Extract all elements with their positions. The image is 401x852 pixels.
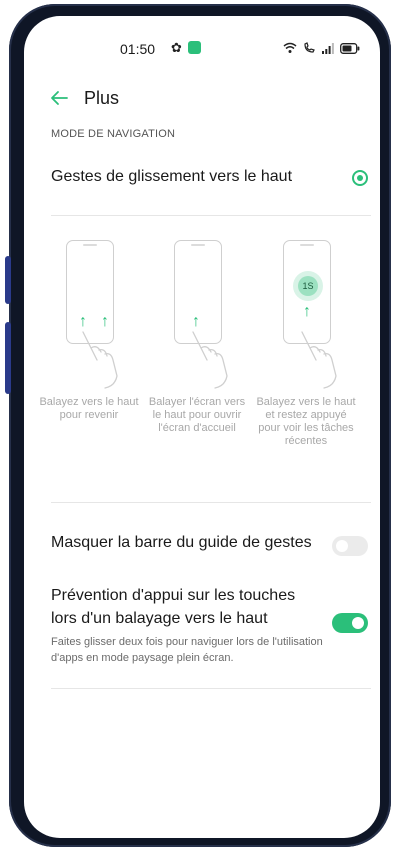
prevention-row[interactable]: Prévention d'appui sur les touches lors … [51, 584, 371, 684]
hand-gesture-icon [82, 331, 118, 389]
page-title: Plus [84, 88, 120, 108]
mini-phone: 1S [283, 240, 331, 344]
navigation-option-radio[interactable] [352, 170, 368, 186]
header: Plus [24, 86, 380, 116]
volume-button [5, 256, 11, 304]
illustration-home: ↑ [147, 238, 247, 389]
section-label: MODE DE NAVIGATION [51, 128, 176, 140]
hold-indicator: 1S [293, 271, 323, 301]
hold-badge: 1S [298, 276, 318, 296]
call-icon [304, 42, 315, 53]
caption-home: Balayer l'écran vers le haut pour ouvrir… [148, 396, 246, 434]
signal-icon [322, 42, 334, 54]
hide-guide-bar-row[interactable]: Masquer la barre du guide de gestes [51, 534, 371, 560]
screen: 01:50 ✿ Plus MODE DE NAVIGATION Gestes d… [24, 16, 380, 838]
caption-recents: Balayez vers le haut et restez appuyé po… [256, 396, 356, 447]
app-notification-icon [188, 41, 201, 54]
divider [51, 688, 371, 689]
hand-gesture-icon [192, 331, 228, 389]
navigation-option-row[interactable]: Gestes de glissement vers le haut [51, 168, 371, 194]
side-button [5, 322, 11, 394]
swipe-arrow-icon: ↑ [192, 313, 200, 330]
hide-guide-bar-toggle[interactable] [332, 536, 368, 556]
wifi-icon [283, 42, 297, 53]
hand-gesture-icon [301, 331, 337, 389]
status-bar: 01:50 ✿ [24, 38, 380, 60]
divider [51, 215, 371, 216]
illustration-recents: 1S ↑ [256, 238, 356, 389]
system-icons [283, 42, 360, 54]
navigation-option-label: Gestes de glissement vers le haut [51, 168, 293, 185]
gear-icon: ✿ [171, 40, 182, 55]
swipe-arrow-icon: ↑ [303, 303, 311, 320]
battery-icon [340, 42, 360, 54]
back-arrow-icon[interactable] [50, 90, 68, 106]
prevention-label: Prévention d'appui sur les touches lors … [51, 587, 296, 627]
hide-guide-bar-label: Masquer la barre du guide de gestes [51, 534, 312, 551]
divider [51, 502, 371, 503]
status-time: 01:50 [120, 41, 156, 57]
illustration-back: ↑ ↑ [39, 238, 139, 389]
prevention-toggle[interactable] [332, 613, 368, 633]
prevention-description: Faites glisser deux fois pour naviguer l… [51, 636, 323, 664]
swipe-arrow-icon: ↑ [79, 313, 87, 330]
swipe-arrow-icon: ↑ [101, 313, 109, 330]
caption-back: Balayez vers le haut pour revenir [39, 396, 139, 421]
